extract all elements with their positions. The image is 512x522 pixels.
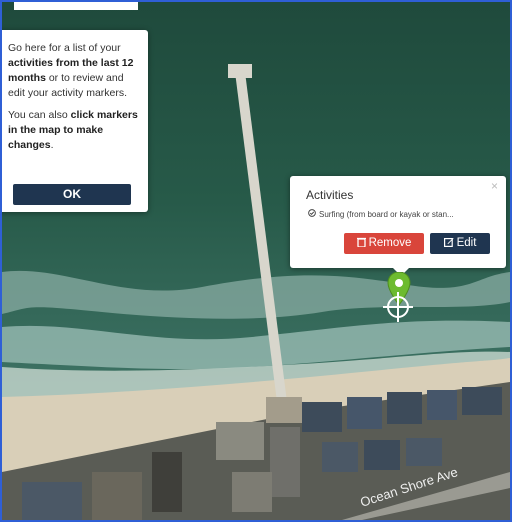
remove-label: Remove [368,237,412,249]
building [462,387,502,415]
building [347,397,382,429]
tooltip-text: Go here for a list of your activities fr… [8,41,142,160]
popup-title: Activities [306,188,354,202]
building [322,442,358,472]
building [92,472,142,520]
pier-end [228,64,252,78]
tooltip-line2-post: . [50,139,54,151]
close-icon[interactable]: × [491,179,498,193]
activity-label: Surfing (from board or kayak or stan... [319,210,454,219]
trash-icon [356,237,366,248]
check-circle-icon [308,209,316,217]
remove-button[interactable]: Remove [344,233,424,254]
ok-button[interactable]: OK [13,184,131,205]
activity-item: Surfing (from board or kayak or stan... [308,209,454,219]
building [22,482,82,520]
tooltip-line2-pre: You can also [8,109,71,121]
top-strip [14,2,138,10]
help-tooltip: Go here for a list of your activities fr… [2,30,148,212]
crosshair-icon [383,292,413,322]
parking-lot [270,427,300,497]
activity-popup: Activities × Surfing (from board or kaya… [290,176,506,276]
building [302,402,342,432]
tooltip-line1-pre: Go here for a list of your [8,42,121,54]
map-frame: Ocean Shore Ave Go here for a list of yo… [0,0,512,522]
edit-button[interactable]: Edit [430,233,490,254]
building [406,438,442,466]
edit-icon [443,238,454,248]
building [427,390,457,420]
edit-label: Edit [456,237,477,249]
pier-building [266,397,302,423]
building [387,392,422,424]
building [364,440,400,470]
building [152,452,182,512]
building [232,472,272,512]
building [216,422,264,460]
